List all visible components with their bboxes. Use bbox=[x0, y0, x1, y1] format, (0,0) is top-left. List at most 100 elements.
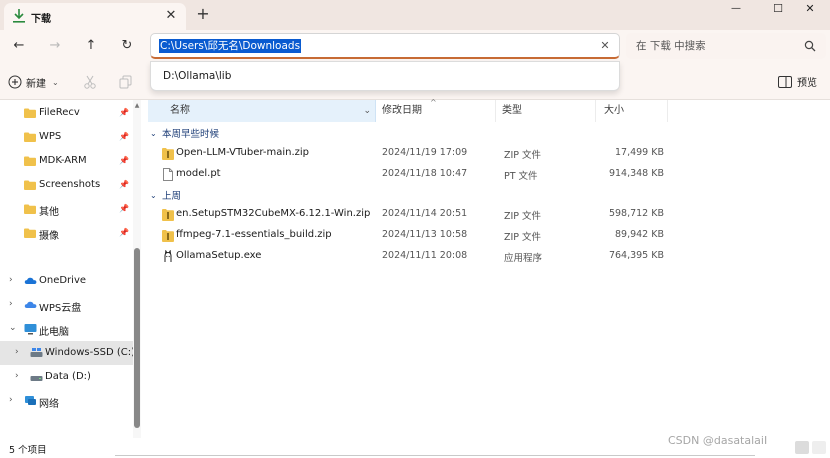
file-date: 2024/11/18 10:47 bbox=[382, 168, 468, 179]
group-label: 上周 bbox=[162, 191, 182, 202]
cloud-icon bbox=[24, 277, 37, 284]
column-header-name[interactable]: 名称 ⌄ bbox=[148, 100, 376, 122]
tab-downloads[interactable]: 下载 ✕ bbox=[4, 3, 186, 30]
chevron-down-icon: ⌄ bbox=[52, 77, 59, 87]
file-type: ZIP 文件 bbox=[504, 211, 542, 222]
sidebar-item-label: 其他 bbox=[39, 207, 59, 218]
group-header[interactable]: ⌄ 本周早些时候 bbox=[150, 125, 219, 141]
refresh-button[interactable]: ↻ bbox=[116, 36, 138, 56]
folder-icon bbox=[24, 228, 36, 238]
sidebar-item-windows-ssd[interactable]: › Windows-SSD (C:) bbox=[0, 341, 135, 365]
chevron-down-icon[interactable]: ⌄ bbox=[150, 129, 162, 138]
sidebar-item-label: 此电脑 bbox=[39, 327, 69, 338]
chevron-right-icon[interactable]: › bbox=[9, 299, 17, 309]
file-name: ffmpeg-7.1-essentials_build.zip bbox=[176, 229, 332, 240]
sidebar-item-wps[interactable]: WPS 📌 bbox=[0, 125, 133, 149]
sidebar-item-screenshots[interactable]: Screenshots 📌 bbox=[0, 173, 133, 197]
address-bar[interactable]: C:\Users\邱无名\Downloads ✕ bbox=[150, 33, 620, 59]
pin-icon[interactable]: 📌 bbox=[119, 156, 129, 166]
search-input[interactable] bbox=[636, 38, 796, 54]
file-size: 598,712 KB bbox=[608, 208, 664, 219]
sidebar-item-label: OneDrive bbox=[39, 275, 87, 286]
pin-icon[interactable]: 📌 bbox=[119, 204, 129, 214]
file-size: 17,499 KB bbox=[614, 147, 664, 158]
sidebar-item-data-d[interactable]: › Data (D:) bbox=[0, 365, 133, 389]
tiles-view-icon[interactable] bbox=[812, 441, 826, 454]
file-type: PT 文件 bbox=[504, 171, 538, 182]
file-row[interactable]: model.pt 2024/11/18 10:47 PT 文件 914,348 … bbox=[148, 164, 668, 185]
forward-button[interactable]: → bbox=[44, 36, 66, 56]
chevron-right-icon[interactable]: › bbox=[15, 371, 23, 381]
column-header-date[interactable]: ^ 修改日期 bbox=[376, 98, 496, 122]
up-button[interactable]: ↑ bbox=[80, 36, 102, 56]
sidebar-scrollbar[interactable]: ▲ bbox=[133, 100, 141, 438]
sidebar-item-label: MDK-ARM bbox=[39, 155, 87, 166]
sidebar-item-label: Data (D:) bbox=[45, 371, 91, 382]
tab-close-icon[interactable]: ✕ bbox=[162, 7, 180, 25]
address-input[interactable]: C:\Users\邱无名\Downloads bbox=[159, 39, 302, 53]
new-tab-button[interactable]: + bbox=[193, 4, 213, 24]
column-header-type[interactable]: 类型 bbox=[496, 100, 596, 122]
zip-icon bbox=[162, 148, 174, 160]
file-name: model.pt bbox=[176, 168, 221, 179]
pin-icon[interactable]: 📌 bbox=[119, 180, 129, 190]
sidebar-item-network[interactable]: › 网络 bbox=[0, 389, 133, 413]
zip-icon bbox=[162, 230, 174, 242]
plus-circle-icon bbox=[8, 75, 22, 89]
group-label: 本周早些时候 bbox=[162, 129, 220, 140]
chevron-right-icon[interactable]: › bbox=[9, 275, 17, 285]
sidebar-item-this-pc[interactable]: ⌄ 此电脑 bbox=[0, 317, 133, 341]
tab-title: 下载 bbox=[31, 14, 51, 25]
chevron-down-icon[interactable]: ⌄ bbox=[9, 323, 17, 333]
file-row[interactable]: Open-LLM-VTuber-main.zip 2024/11/19 17:0… bbox=[148, 143, 668, 164]
search-box[interactable] bbox=[626, 33, 826, 59]
title-bar: 下载 ✕ + — ☐ ✕ bbox=[0, 0, 830, 30]
sidebar-item-mdk-arm[interactable]: MDK-ARM 📌 bbox=[0, 149, 133, 173]
pin-icon[interactable]: 📌 bbox=[119, 228, 129, 238]
preview-button[interactable]: 预览 bbox=[778, 74, 817, 89]
file-type: ZIP 文件 bbox=[504, 150, 542, 161]
preview-pane-icon bbox=[778, 75, 792, 88]
zip-icon bbox=[162, 209, 174, 221]
chevron-right-icon[interactable]: › bbox=[9, 395, 17, 405]
search-icon[interactable] bbox=[804, 40, 816, 52]
sidebar-item-other[interactable]: 其他 📌 bbox=[0, 197, 133, 221]
scrollbar-thumb[interactable] bbox=[134, 248, 140, 428]
file-date: 2024/11/11 20:08 bbox=[382, 250, 468, 261]
file-name: Open-LLM-VTuber-main.zip bbox=[176, 147, 309, 158]
file-row[interactable]: ffmpeg-7.1-essentials_build.zip 2024/11/… bbox=[148, 225, 668, 246]
group-header[interactable]: ⌄ 上周 bbox=[150, 187, 181, 203]
back-button[interactable]: ← bbox=[8, 36, 30, 56]
file-date: 2024/11/19 17:09 bbox=[382, 147, 468, 158]
file-list: 名称 ⌄ ^ 修改日期 类型 大小 ⌄ 本周早些时候 Open-LLM-VTub… bbox=[142, 98, 830, 438]
chevron-right-icon[interactable]: › bbox=[15, 347, 23, 357]
column-header-size[interactable]: 大小 bbox=[596, 100, 668, 122]
close-button[interactable]: ✕ bbox=[790, 0, 830, 20]
chevron-down-icon[interactable]: ⌄ bbox=[150, 191, 162, 200]
chevron-down-icon[interactable]: ⌄ bbox=[363, 100, 371, 122]
sidebar-item-filerecv[interactable]: FileRecv 📌 bbox=[0, 101, 133, 125]
sidebar-item-label: WPS云盘 bbox=[39, 303, 82, 314]
pin-icon[interactable]: 📌 bbox=[119, 132, 129, 142]
ollama-icon bbox=[164, 250, 172, 262]
watermark: CSDN @dasatalaiI bbox=[668, 434, 768, 447]
sidebar-item-label: 摄像 bbox=[39, 231, 59, 242]
file-name: en.SetupSTM32CubeMX-6.12.1-Win.zip bbox=[176, 208, 371, 219]
minimize-button[interactable]: — bbox=[716, 0, 756, 20]
new-button[interactable]: 新建 ⌄ bbox=[8, 72, 59, 92]
cut-icon[interactable] bbox=[82, 74, 98, 90]
sidebar-item-onedrive[interactable]: › OneDrive bbox=[0, 269, 133, 293]
file-type: ZIP 文件 bbox=[504, 232, 542, 243]
computer-icon bbox=[24, 324, 37, 335]
file-row[interactable]: en.SetupSTM32CubeMX-6.12.1-Win.zip 2024/… bbox=[148, 204, 668, 225]
file-row[interactable]: OllamaSetup.exe 2024/11/11 20:08 应用程序 76… bbox=[148, 246, 668, 267]
clear-address-icon[interactable]: ✕ bbox=[597, 38, 613, 54]
sidebar-item-camera[interactable]: 摄像 📌 bbox=[0, 221, 133, 245]
file-name: OllamaSetup.exe bbox=[176, 250, 262, 261]
details-view-icon[interactable] bbox=[795, 441, 809, 454]
scroll-up-icon[interactable]: ▲ bbox=[133, 102, 141, 109]
pin-icon[interactable]: 📌 bbox=[119, 108, 129, 118]
sidebar-item-wps-cloud[interactable]: › WPS云盘 bbox=[0, 293, 133, 317]
copy-icon[interactable] bbox=[118, 74, 134, 90]
suggestion-item[interactable]: D:\Ollama\lib bbox=[163, 70, 231, 82]
